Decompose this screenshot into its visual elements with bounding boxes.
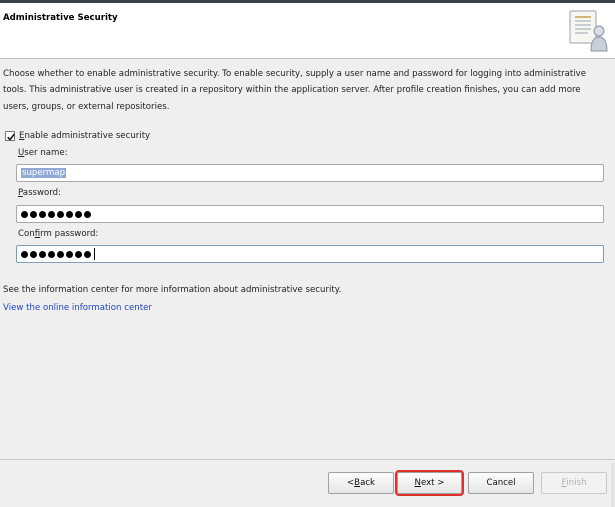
password-mask-dot bbox=[66, 210, 73, 218]
password-mask-dot bbox=[75, 210, 82, 218]
user-name-value: supermap bbox=[21, 168, 67, 178]
security-document-icon bbox=[566, 9, 610, 53]
password-mask-dot bbox=[39, 210, 46, 218]
window-edge-scrollbar bbox=[611, 463, 615, 507]
description-text: Choose whether to enable administrative … bbox=[3, 69, 587, 112]
user-name-input[interactable]: supermap bbox=[16, 164, 604, 182]
password-mask-dot bbox=[21, 210, 28, 218]
password-label: Password: bbox=[18, 188, 62, 198]
confirm-password-mask-dot bbox=[48, 250, 55, 258]
confirm-password-label: Confirm password: bbox=[18, 229, 99, 239]
password-mask-dot bbox=[30, 210, 37, 218]
cancel-button[interactable]: Cancel bbox=[468, 472, 534, 494]
confirm-password-mask-dot bbox=[30, 250, 37, 258]
password-mask-dot bbox=[84, 210, 91, 218]
text-caret bbox=[94, 248, 95, 260]
info-center-link[interactable]: View the online information center bbox=[3, 303, 152, 313]
enable-security-checkbox[interactable] bbox=[5, 131, 16, 141]
finish-button[interactable]: Finish bbox=[541, 472, 607, 494]
password-mask bbox=[21, 210, 93, 218]
password-input[interactable] bbox=[16, 205, 604, 223]
page-title: Administrative Security bbox=[3, 13, 118, 23]
password-mask-dot bbox=[48, 210, 55, 218]
enable-security-row[interactable]: Enable administrative security bbox=[5, 129, 150, 143]
wizard-header: Administrative Security bbox=[0, 3, 615, 59]
info-center-text: See the information center for more info… bbox=[3, 285, 342, 295]
confirm-password-mask-dot bbox=[66, 250, 73, 258]
enable-security-label[interactable]: Enable administrative security bbox=[19, 131, 150, 141]
confirm-password-mask-dot bbox=[84, 250, 91, 258]
next-button[interactable]: Next > bbox=[395, 470, 464, 496]
back-button[interactable]: < Back bbox=[328, 472, 394, 494]
confirm-password-mask bbox=[21, 250, 93, 258]
confirm-password-mask-dot bbox=[21, 250, 28, 258]
password-mask-dot bbox=[57, 210, 64, 218]
user-name-label: User name: bbox=[18, 148, 68, 158]
confirm-password-mask-dot bbox=[75, 250, 82, 258]
confirm-password-mask-dot bbox=[57, 250, 64, 258]
checkmark-icon bbox=[7, 133, 16, 141]
confirm-password-mask-dot bbox=[39, 250, 46, 258]
confirm-password-input[interactable] bbox=[16, 245, 604, 263]
